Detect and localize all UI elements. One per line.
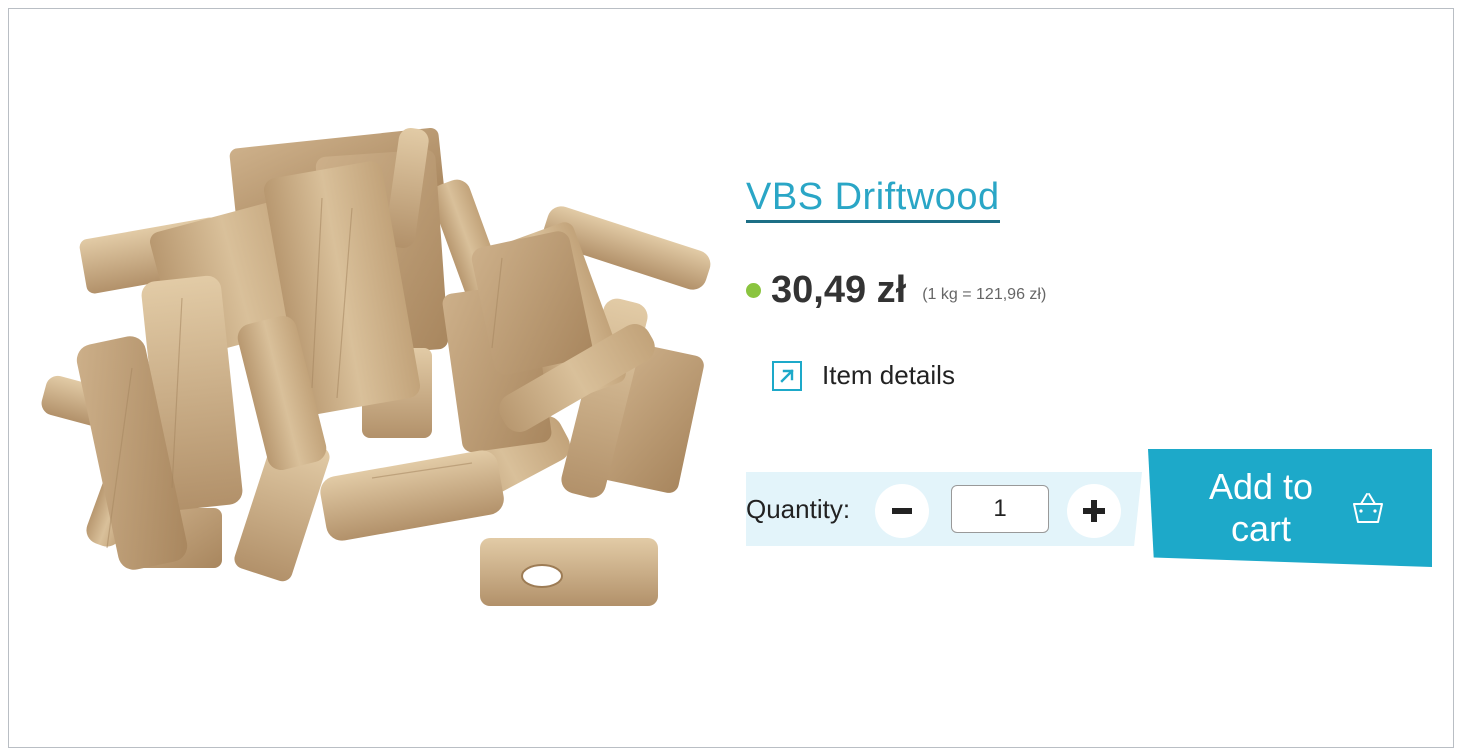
decrease-quantity-button[interactable] — [875, 484, 929, 538]
quantity-label: Quantity: — [746, 494, 851, 524]
driftwood-image — [41, 128, 711, 606]
external-link-arrow-icon — [772, 360, 802, 391]
price-row: 30,49 zł (1 kg = 121,96 zł) — [746, 268, 1046, 312]
basket-icon — [1348, 488, 1388, 533]
product-image[interactable] — [22, 118, 722, 618]
item-details-link[interactable]: Item details — [772, 360, 955, 391]
item-details-label: Item details — [822, 360, 955, 390]
minus-icon — [892, 508, 912, 514]
quantity-input[interactable] — [951, 485, 1049, 533]
product-price: 30,49 zł — [771, 268, 907, 311]
product-title-link[interactable]: VBS Driftwood — [746, 174, 1000, 223]
increase-quantity-button[interactable] — [1067, 484, 1121, 538]
plus-icon — [1083, 500, 1105, 522]
unit-price: (1 kg = 121,96 zł) — [922, 286, 1047, 303]
availability-dot — [746, 282, 761, 298]
add-to-cart-label: Add to cart — [1208, 466, 1314, 549]
